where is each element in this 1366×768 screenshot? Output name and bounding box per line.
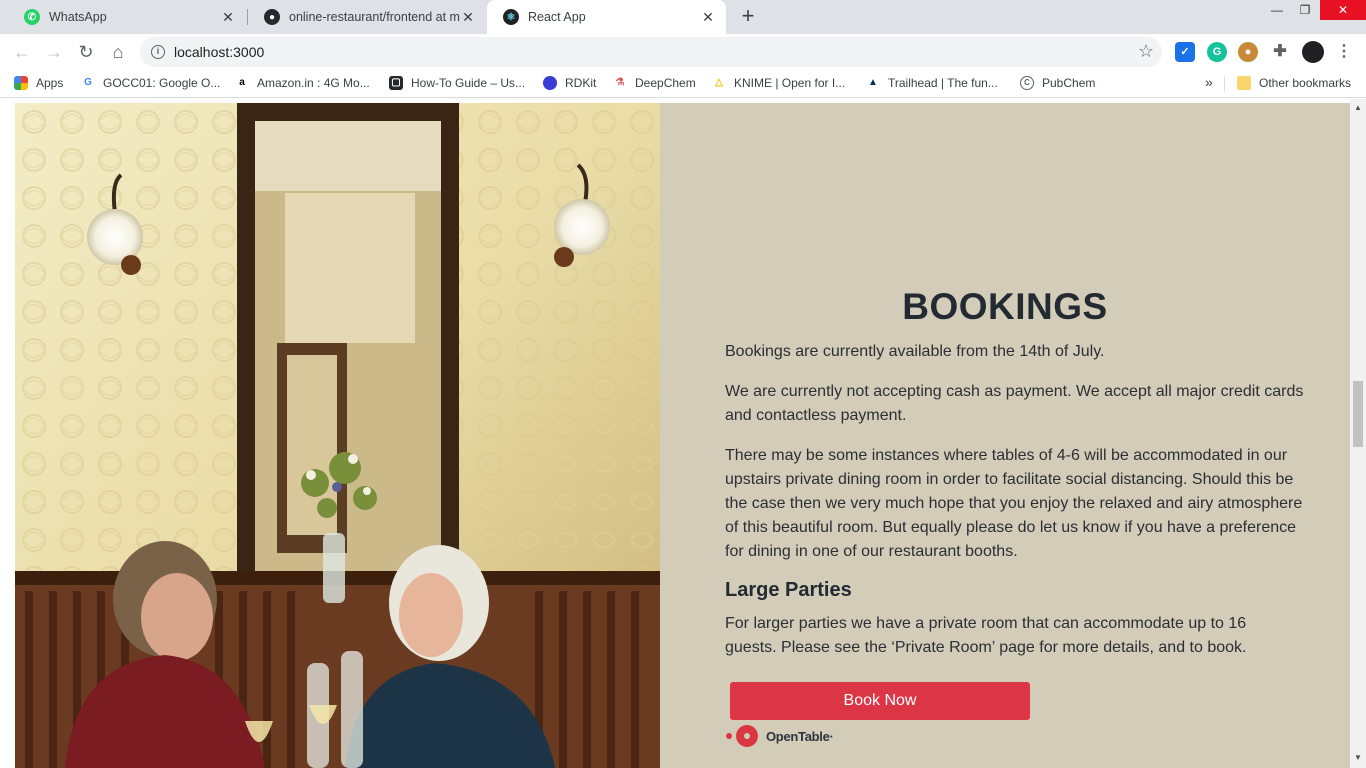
bookmark-label: Apps [36, 76, 64, 90]
bookings-panel: BOOKINGS Bookings are currently availabl… [660, 103, 1350, 768]
shield-extension-icon[interactable]: ✓ [1175, 42, 1195, 62]
tab-github[interactable]: ● online-restaurant/frontend at ma ✕ [248, 0, 486, 34]
home-icon[interactable]: ⌂ [106, 40, 130, 64]
bookmark-pubchem[interactable]: C PubChem [1020, 76, 1095, 90]
bookmarks-divider [1224, 76, 1225, 92]
opentable-label: OpenTable· [766, 728, 834, 744]
cookie-extension-icon[interactable]: ● [1238, 42, 1258, 62]
avatar[interactable] [1302, 41, 1324, 63]
bookmark-label: Trailhead | The fun... [888, 76, 998, 90]
whatsapp-icon: ✆ [24, 9, 40, 25]
github-icon: ● [264, 9, 280, 25]
scroll-thumb[interactable] [1353, 381, 1363, 447]
tab-react-app[interactable]: ⚛ React App ✕ [487, 0, 726, 34]
bookmark-rdkit[interactable]: RDKit [543, 76, 596, 90]
bookmarks-bar: Apps G GOCC01: Google O... a Amazon.in :… [0, 70, 1366, 98]
reload-icon[interactable]: ↻ [74, 40, 98, 64]
scroll-down-icon[interactable]: ▼ [1353, 753, 1363, 762]
page-title: BOOKINGS [902, 286, 1108, 327]
apps-shortcut[interactable]: Apps [14, 76, 63, 90]
bookmark-label: RDKit [565, 76, 597, 90]
payment-text: We are currently not accepting cash as p… [725, 383, 1304, 424]
restaurant-photo [15, 103, 660, 768]
pubchem-icon: C [1020, 76, 1034, 90]
close-icon[interactable]: ✕ [700, 9, 716, 25]
book-now-button[interactable]: Book Now [730, 682, 1030, 720]
bookmark-label: KNIME | Open for I... [734, 76, 846, 90]
apps-grid-icon [14, 76, 28, 90]
scroll-up-icon[interactable]: ▲ [1353, 103, 1363, 112]
bookmarks-overflow[interactable]: » [1205, 74, 1213, 90]
bookmark-how-to-guide[interactable]: ▢ How-To Guide – Us... [389, 76, 525, 90]
bookmark-trailhead[interactable]: ▲ Trailhead | The fun... [866, 76, 998, 90]
bookmark-star-icon[interactable]: ☆ [1138, 41, 1154, 62]
forward-icon[interactable]: → [42, 40, 66, 64]
bookmark-label: PubChem [1042, 76, 1096, 90]
large-parties-heading: Large Parties [725, 579, 852, 601]
tab-strip: ✆ WhatsApp ✕ ● online-restaurant/fronten… [0, 0, 1366, 34]
site-info-icon[interactable]: i [151, 45, 165, 59]
url-text[interactable]: localhost:3000 [174, 44, 264, 60]
back-icon[interactable]: ← [10, 40, 34, 64]
opentable-logo[interactable]: OpenTable· [726, 725, 834, 747]
bookmark-label: Amazon.in : 4G Mo... [257, 76, 370, 90]
rdkit-icon [543, 76, 557, 90]
deepchem-icon: ⚗ [613, 76, 627, 90]
bookmark-gocc01[interactable]: G GOCC01: Google O... [81, 76, 220, 90]
restore-button[interactable]: ❐ [1290, 0, 1320, 20]
close-icon[interactable]: ✕ [460, 9, 476, 25]
close-icon[interactable]: ✕ [220, 9, 236, 25]
page-scrollbar[interactable]: ▲ ▼ [1350, 99, 1366, 768]
bookmark-knime[interactable]: △ KNIME | Open for I... [712, 76, 845, 90]
bookmark-label: How-To Guide – Us... [411, 76, 526, 90]
distancing-text: There may be some instances where tables… [725, 447, 1303, 560]
bookmark-amazon[interactable]: a Amazon.in : 4G Mo... [235, 76, 370, 90]
bookmark-label: Other bookmarks [1259, 76, 1352, 90]
tab-title: React App [528, 10, 586, 24]
bookmark-label: DeepChem [635, 76, 696, 90]
google-icon: G [81, 76, 95, 90]
trailhead-icon: ▲ [866, 76, 880, 90]
bookmark-label: GOCC01: Google O... [103, 76, 221, 90]
opentable-dot-icon [726, 733, 732, 739]
tab-title: WhatsApp [49, 10, 107, 24]
other-bookmarks[interactable]: Other bookmarks [1237, 76, 1351, 90]
window-close-button[interactable]: ✕ [1320, 0, 1366, 20]
react-icon: ⚛ [503, 9, 519, 25]
browser-toolbar: ← → ↻ ⌂ i localhost:3000 ☆ ✓ G ● ✚ ⋮ [0, 34, 1366, 70]
opentable-ring-icon [736, 725, 758, 747]
amazon-icon: a [235, 76, 249, 90]
folder-icon [1237, 76, 1251, 90]
guide-icon: ▢ [389, 76, 403, 90]
knime-icon: △ [712, 76, 726, 90]
availability-text: Bookings are currently available from th… [725, 343, 1105, 360]
extensions-puzzle-icon[interactable]: ✚ [1270, 42, 1290, 62]
minimize-button[interactable]: — [1262, 0, 1292, 20]
tab-whatsapp[interactable]: ✆ WhatsApp ✕ [8, 0, 246, 34]
page-viewport: BOOKINGS Bookings are currently availabl… [0, 99, 1366, 768]
large-parties-text: For larger parties we have a private roo… [725, 615, 1247, 656]
grammarly-icon[interactable]: G [1207, 42, 1227, 62]
tab-title: online-restaurant/frontend at ma [289, 10, 460, 24]
bookmark-deepchem[interactable]: ⚗ DeepChem [613, 76, 696, 90]
menu-icon[interactable]: ⋮ [1334, 42, 1354, 62]
restaurant-photo-illustration [15, 103, 660, 768]
new-tab-button[interactable]: + [737, 5, 759, 28]
address-bar[interactable]: i localhost:3000 ☆ [140, 37, 1162, 67]
